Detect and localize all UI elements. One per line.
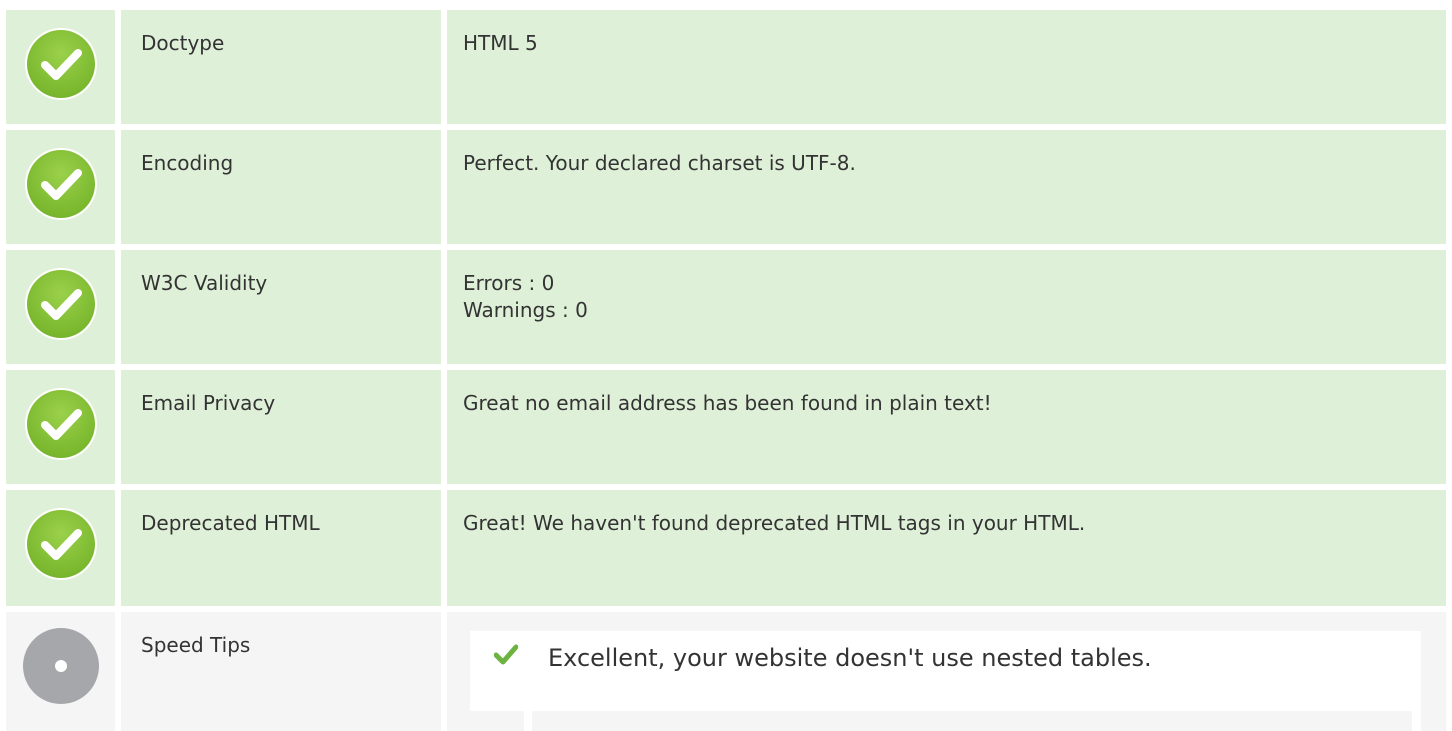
row-w3c-validity: W3C Validity Errors : 0 Warnings : 0 — [6, 250, 1446, 364]
row-label: Doctype — [121, 10, 441, 124]
status-cell — [6, 10, 115, 124]
row-label: Speed Tips — [121, 612, 441, 731]
neutral-circle-icon — [22, 628, 99, 704]
errors-count: Errors : 0 — [463, 271, 555, 295]
row-value: Great! We haven't found deprecated HTML … — [447, 490, 1446, 606]
row-value: HTML 5 — [447, 10, 1446, 124]
speed-tip-text: Excellent, your website doesn't use nest… — [548, 644, 1152, 672]
speed-tips-list: Excellent, your website doesn't use nest… — [470, 631, 1421, 731]
check-circle-icon — [24, 148, 97, 220]
status-cell — [6, 130, 115, 244]
status-cell — [6, 250, 115, 364]
seo-report-page: Doctype HTML 5 Encoding Perfect. Your de… — [0, 0, 1452, 731]
row-value: Errors : 0 Warnings : 0 — [447, 250, 1446, 364]
row-value: Perfect. Your declared charset is UTF-8. — [447, 130, 1446, 244]
status-cell — [6, 490, 115, 606]
row-label: Encoding — [121, 130, 441, 244]
status-cell — [6, 370, 115, 484]
row-label: Deprecated HTML — [121, 490, 441, 606]
warnings-count: Warnings : 0 — [463, 298, 588, 322]
tip-icon-cell — [470, 711, 524, 731]
check-circle-icon — [24, 388, 97, 460]
row-label: W3C Validity — [121, 250, 441, 364]
check-circle-icon — [24, 508, 97, 580]
row-email-privacy: Email Privacy Great no email address has… — [6, 370, 1446, 484]
row-doctype: Doctype HTML 5 — [6, 10, 1446, 124]
neutral-dot — [54, 660, 67, 672]
row-deprecated-html: Deprecated HTML Great! We haven't found … — [6, 490, 1446, 606]
tip-text-cell — [532, 711, 1412, 731]
check-circle-icon — [24, 28, 97, 100]
checkmark-icon — [494, 644, 518, 665]
row-label: Email Privacy — [121, 370, 441, 484]
check-circle-icon — [24, 268, 97, 340]
row-encoding: Encoding Perfect. Your declared charset … — [6, 130, 1446, 244]
row-value: Great no email address has been found in… — [447, 370, 1446, 484]
status-cell — [6, 612, 115, 731]
